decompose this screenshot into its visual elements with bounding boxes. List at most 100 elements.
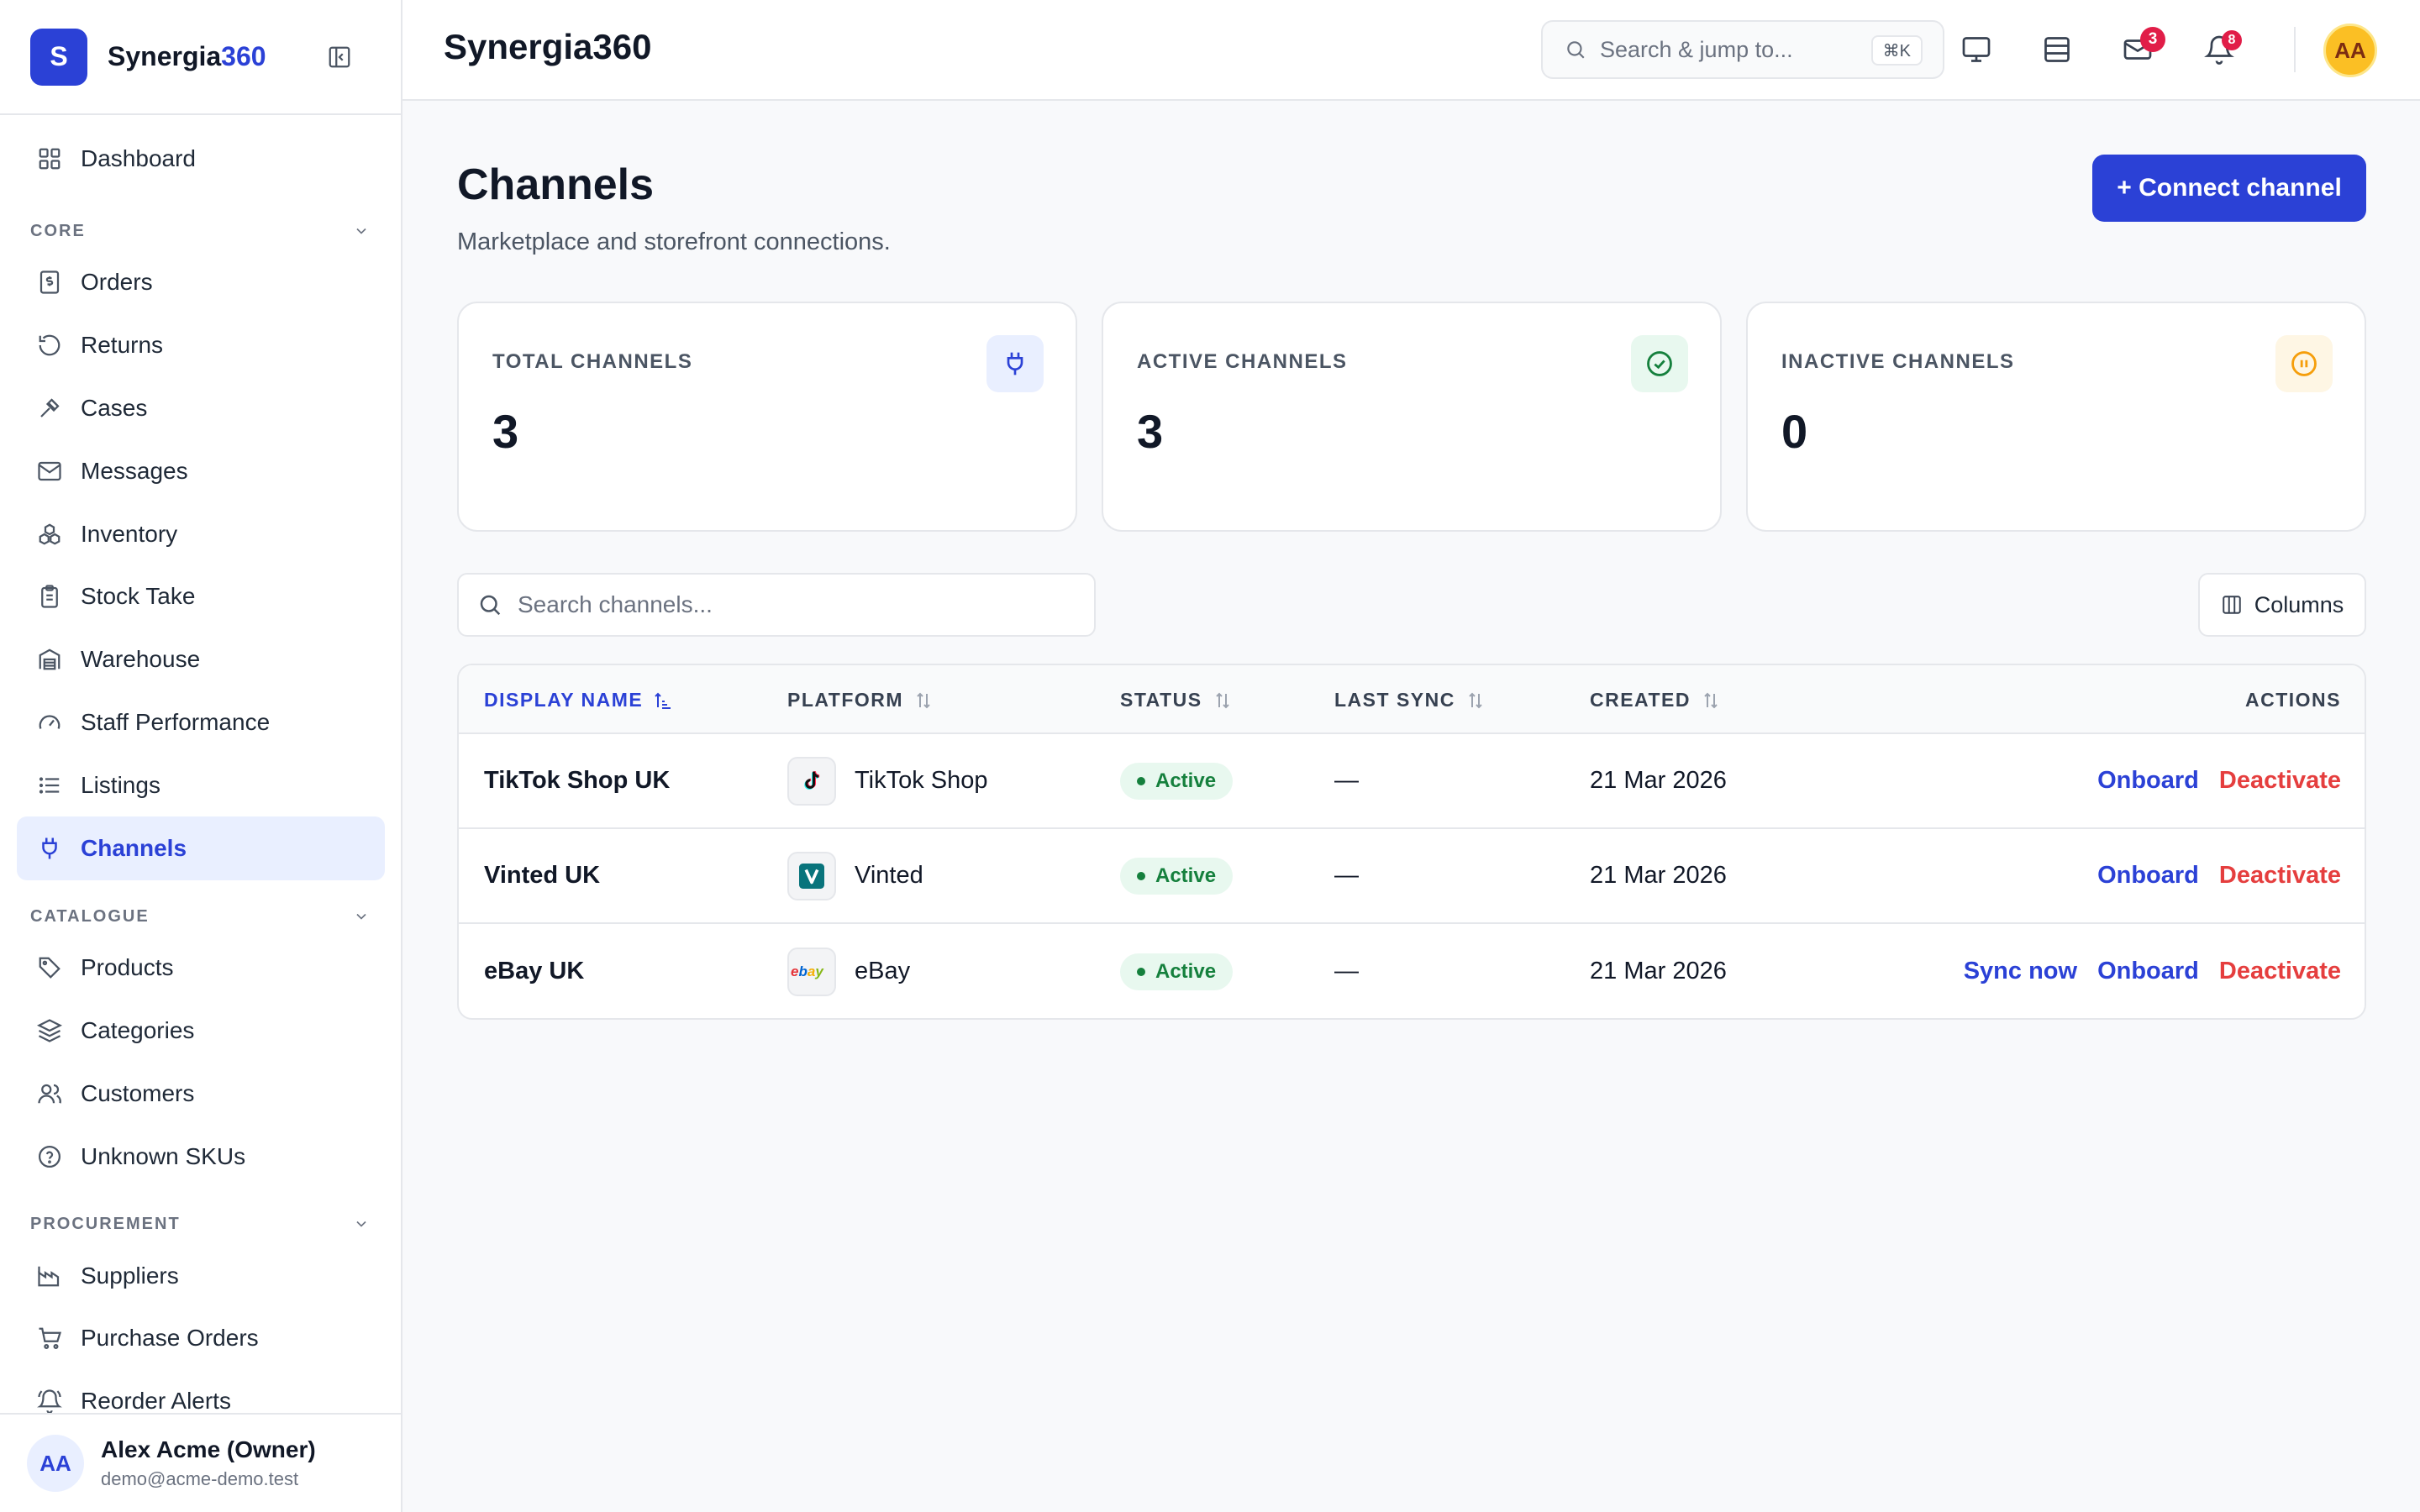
column-header-display-name[interactable]: DISPLAY NAME <box>484 689 673 711</box>
table-row[interactable]: TikTok Shop UK TikTok Shop Active — 21 M… <box>459 734 2365 829</box>
dashboard-icon <box>35 144 64 173</box>
chevron-down-icon[interactable] <box>350 1212 373 1236</box>
deactivate-link[interactable]: Deactivate <box>2219 767 2341 795</box>
user-name: Alex Acme (Owner) <box>101 1436 316 1462</box>
users-icon <box>35 1079 64 1108</box>
sidebar-item-cases[interactable]: Cases <box>17 376 385 440</box>
sidebar-item-reorder-alerts[interactable]: Reorder Alerts <box>17 1369 385 1413</box>
user-card[interactable]: AA Alex Acme (Owner) demo@acme-demo.test <box>0 1413 401 1512</box>
column-header-last-sync[interactable]: LAST SYNC <box>1334 689 1486 711</box>
row-actions: Sync now Onboard Deactivate <box>1964 924 2341 1018</box>
sidebar-item-label: Channels <box>81 835 187 861</box>
messages-inbox-icon[interactable]: 3 <box>2120 27 2165 67</box>
sidebar-item-returns[interactable]: Returns <box>17 313 385 377</box>
brand-logo[interactable]: S <box>30 28 87 86</box>
cell-created: 21 Mar 2026 <box>1590 767 1727 794</box>
chevron-down-icon[interactable] <box>350 219 373 243</box>
global-search-input[interactable]: Search & jump to... ⌘K <box>1541 20 1944 79</box>
cart-icon <box>35 1324 64 1352</box>
app-title: Synergia360 <box>444 27 652 66</box>
sidebar-collapse-icon[interactable] <box>324 42 355 72</box>
cell-display-name: eBay UK <box>484 958 585 984</box>
sort-icon <box>1701 690 1721 711</box>
deactivate-link[interactable]: Deactivate <box>2219 958 2341 985</box>
sidebar-item-purchase-orders[interactable]: Purchase Orders <box>17 1306 385 1370</box>
gauge-icon <box>35 708 64 737</box>
boxes-icon <box>35 520 64 549</box>
connect-channel-button[interactable]: + Connect channel <box>2092 155 2366 222</box>
layers-icon <box>35 1016 64 1045</box>
plug-icon <box>986 335 1044 392</box>
sync-now-link[interactable]: Sync now <box>1964 958 2077 985</box>
column-header-platform[interactable]: PLATFORM <box>787 689 934 711</box>
onboard-link[interactable]: Onboard <box>2097 958 2199 985</box>
column-header-label: CREATED <box>1590 689 1691 711</box>
sidebar-item-label: Messages <box>81 458 188 484</box>
page-subtitle: Marketplace and storefront connections. <box>457 228 891 255</box>
onboard-link[interactable]: Onboard <box>2097 862 2199 890</box>
topbar-divider <box>2294 27 2296 72</box>
sidebar-item-orders[interactable]: Orders <box>17 250 385 314</box>
check-circle-icon <box>1631 335 1688 392</box>
sidebar-item-label: Inventory <box>81 521 178 547</box>
sidebar-item-label: Suppliers <box>81 1263 179 1289</box>
ebay-logo-icon: ebay <box>787 947 836 996</box>
bell-ring-icon <box>35 1387 64 1413</box>
sidebar-item-channels[interactable]: Channels <box>17 816 385 880</box>
help-circle-icon <box>35 1142 64 1171</box>
sidebar-item-customers[interactable]: Customers <box>17 1062 385 1126</box>
stat-label: ACTIVE CHANNELS <box>1137 350 1348 373</box>
top-bar: Synergia360 Search & jump to... ⌘K 3 8 A… <box>402 0 2420 101</box>
sort-icon <box>1465 690 1486 711</box>
sidebar-item-label: Products <box>81 954 174 980</box>
sidebar-item-warehouse[interactable]: Warehouse <box>17 627 385 691</box>
pause-circle-icon <box>2275 335 2333 392</box>
onboard-link[interactable]: Onboard <box>2097 767 2199 795</box>
channels-table: DISPLAY NAME PLATFORM STATUS LAST SYNC C… <box>457 664 2366 1020</box>
column-header-actions: ACTIONS <box>2245 689 2341 711</box>
keyboard-shortcut: ⌘K <box>1870 35 1923 66</box>
sidebar-item-staff-performance[interactable]: Staff Performance <box>17 690 385 754</box>
column-header-created[interactable]: CREATED <box>1590 689 1721 711</box>
table-row[interactable]: eBay UK ebay eBay Active — 21 Mar 2026 S… <box>459 924 2365 1018</box>
cell-last-sync: — <box>1334 767 1359 794</box>
status-label: Active <box>1155 769 1217 792</box>
column-header-status[interactable]: STATUS <box>1120 689 1233 711</box>
sidebar-item-suppliers[interactable]: Suppliers <box>17 1244 385 1308</box>
chevron-down-icon[interactable] <box>350 905 373 928</box>
deactivate-link[interactable]: Deactivate <box>2219 862 2341 890</box>
layout-rows-icon[interactable] <box>2039 32 2075 67</box>
clipboard-icon <box>35 582 64 611</box>
bell-icon[interactable]: 8 <box>2202 30 2242 67</box>
cell-created: 21 Mar 2026 <box>1590 958 1727 984</box>
stat-value: 0 <box>1781 405 1808 458</box>
cell-status: Active <box>1120 734 1234 827</box>
sidebar-item-listings[interactable]: Listings <box>17 753 385 817</box>
sort-ascending-icon <box>653 690 673 711</box>
sidebar-item-products[interactable]: Products <box>17 936 385 1000</box>
sidebar-item-unknown-skus[interactable]: Unknown SKUs <box>17 1125 385 1189</box>
sidebar-item-label: Categories <box>81 1017 195 1043</box>
channel-search-input[interactable]: Search channels... <box>457 573 1096 637</box>
factory-icon <box>35 1262 64 1290</box>
avatar[interactable]: AA <box>2323 24 2377 77</box>
sidebar-item-messages[interactable]: Messages <box>17 439 385 503</box>
cell-display-name: Vinted UK <box>484 862 601 889</box>
user-email: demo@acme-demo.test <box>101 1468 299 1489</box>
monitor-icon[interactable] <box>1959 32 1994 67</box>
sidebar-item-stock-take[interactable]: Stock Take <box>17 564 385 628</box>
vinted-logo-icon <box>787 851 836 900</box>
sidebar-item-dashboard[interactable]: Dashboard <box>17 127 385 191</box>
tiktok-logo-icon <box>787 756 836 806</box>
column-header-label: DISPLAY NAME <box>484 689 644 711</box>
table-row[interactable]: Vinted UK Vinted Active — 21 Mar 2026 On… <box>459 829 2365 924</box>
sidebar-item-label: Returns <box>81 332 164 358</box>
brand-name[interactable]: Synergia360 <box>108 41 266 72</box>
sidebar-item-categories[interactable]: Categories <box>17 999 385 1063</box>
columns-button[interactable]: Columns <box>2198 573 2366 637</box>
sidebar-item-inventory[interactable]: Inventory <box>17 502 385 566</box>
sidebar-item-label: Purchase Orders <box>81 1325 259 1351</box>
cell-display-name: TikTok Shop UK <box>484 767 671 794</box>
search-placeholder: Search & jump to... <box>1600 36 1793 62</box>
status-dot <box>1137 967 1145 976</box>
